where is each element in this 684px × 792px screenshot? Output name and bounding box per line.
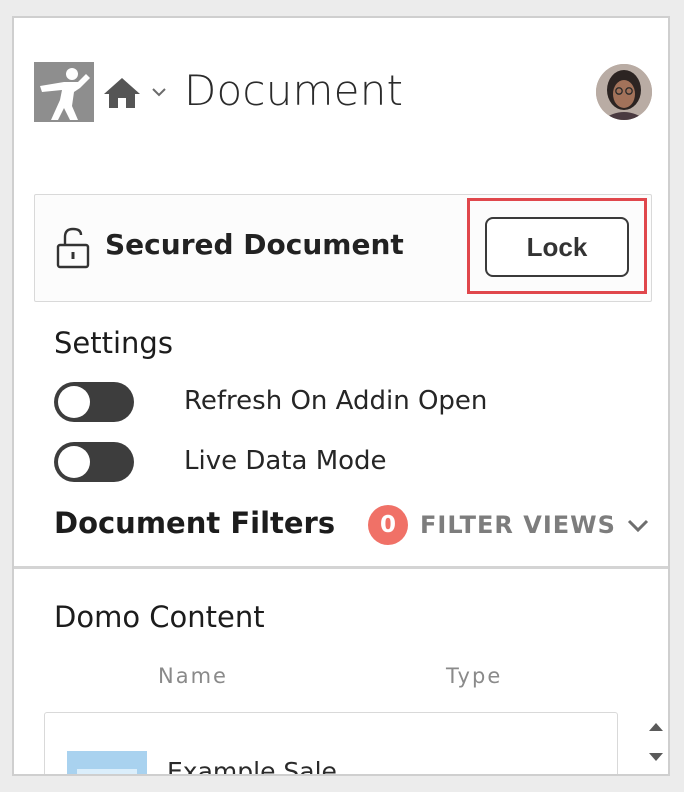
chevron-down-icon[interactable] [150,84,168,98]
content-list: Example Sale [44,712,618,774]
column-header-type[interactable]: Type [446,664,502,688]
toggle-knob [58,386,90,418]
panel-header: Document [14,18,668,168]
document-filters-heading: Document Filters [54,506,336,540]
filter-views-label: FILTER VIEWS [420,511,616,539]
home-icon[interactable] [102,76,142,110]
content-thumbnail [67,751,147,774]
addin-panel: Document Secured Document Lock Settings [12,16,670,776]
refresh-on-open-toggle[interactable] [54,382,134,422]
live-data-mode-label: Live Data Mode [184,446,387,476]
karate-logo-icon[interactable] [34,62,94,122]
unlock-icon [53,225,93,269]
secured-document-card: Secured Document Lock [34,194,652,302]
scroll-down-arrow-icon[interactable] [646,748,666,766]
settings-heading: Settings [54,326,173,360]
filter-views-dropdown[interactable]: 0 FILTER VIEWS [368,504,650,546]
list-item-name[interactable]: Example Sale [167,757,337,774]
lock-button[interactable]: Lock [485,217,629,277]
section-divider [14,566,668,569]
avatar[interactable] [596,64,652,120]
live-data-mode-toggle[interactable] [54,442,134,482]
column-header-name[interactable]: Name [158,664,228,688]
chevron-down-icon [626,515,650,535]
refresh-on-open-label: Refresh On Addin Open [184,386,488,416]
toggle-knob [58,446,90,478]
secured-document-label: Secured Document [105,228,404,261]
scroll-up-arrow-icon[interactable] [646,718,666,736]
page-title: Document [184,66,404,115]
domo-content-heading: Domo Content [54,600,265,634]
filter-count-badge: 0 [368,505,408,545]
